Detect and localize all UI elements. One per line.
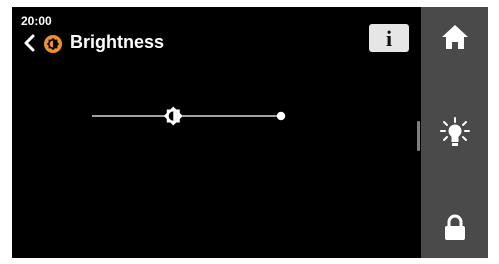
slider-max-dot xyxy=(276,111,286,121)
sidebar-nav xyxy=(421,7,488,258)
back-button[interactable] xyxy=(22,33,36,53)
brightness-icon xyxy=(44,35,62,53)
page-title: Brightness xyxy=(70,32,165,52)
brightness-slider[interactable] xyxy=(92,97,288,133)
info-icon: i xyxy=(385,26,393,51)
scroll-indicator[interactable] xyxy=(417,121,420,151)
slider-thumb xyxy=(163,106,183,126)
lock-icon xyxy=(444,214,465,240)
sidebar-item-lock[interactable] xyxy=(421,198,488,258)
light-bulb-icon xyxy=(439,117,470,146)
status-time: 20:00 xyxy=(21,14,52,28)
device-screen: 20:00 Brightness i xyxy=(12,7,488,258)
chevron-left-icon xyxy=(24,34,35,52)
info-button[interactable]: i xyxy=(369,24,409,52)
home-icon xyxy=(441,25,468,49)
sidebar-item-home[interactable] xyxy=(421,7,488,67)
sidebar-item-lighting[interactable] xyxy=(421,103,488,163)
